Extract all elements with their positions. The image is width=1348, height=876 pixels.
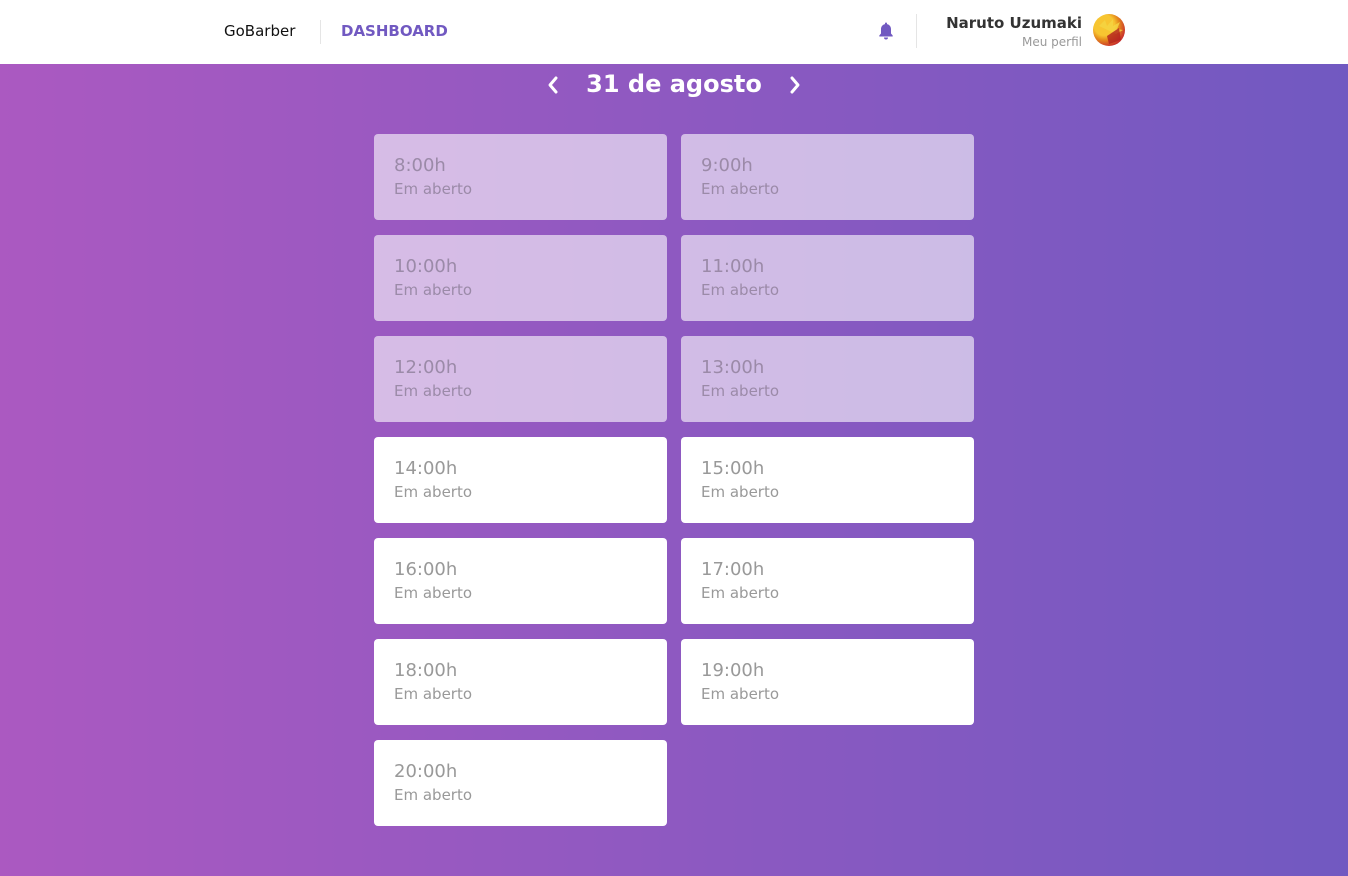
slot-status: Em aberto [701, 180, 780, 198]
chevron-right-icon[interactable] [785, 72, 805, 98]
profile-name: Naruto Uzumaki [946, 14, 1082, 32]
avatar[interactable] [1093, 14, 1125, 46]
chevron-left-icon[interactable] [543, 72, 563, 98]
slot-status: Em aberto [701, 483, 780, 501]
time-slot-card[interactable]: 16:00h Em aberto [374, 538, 667, 624]
slot-status: Em aberto [394, 685, 473, 703]
slot-time: 19:00h [701, 660, 765, 681]
schedule-grid: 8:00h Em aberto 9:00h Em aberto 10:00h Em abe… [374, 134, 974, 826]
avatar-image [1099, 19, 1123, 44]
slot-status: Em aberto [701, 382, 780, 400]
time-slot-card[interactable]: 17:00h Em aberto [681, 538, 974, 624]
header-divider [320, 20, 321, 44]
slot-time: 14:00h [394, 458, 458, 479]
slot-status: Em aberto [394, 382, 473, 400]
slot-time: 16:00h [394, 559, 458, 580]
slot-time: 20:00h [394, 761, 458, 782]
slot-time: 18:00h [394, 660, 458, 681]
time-slot-card[interactable]: 9:00h Em aberto [681, 134, 974, 220]
slot-status: Em aberto [701, 584, 780, 602]
slot-status: Em aberto [701, 685, 780, 703]
top-header: GoBarber DASHBOARD Naruto Uzumaki Meu pe… [0, 0, 1348, 64]
date-navigation: 31 de agosto [0, 68, 1348, 104]
slot-time: 10:00h [394, 256, 458, 277]
time-slot-card[interactable]: 14:00h Em aberto [374, 437, 667, 523]
slot-time: 8:00h [394, 155, 446, 176]
slot-status: Em aberto [701, 281, 780, 299]
header-divider-right [916, 14, 917, 48]
time-slot-card[interactable]: 19:00h Em aberto [681, 639, 974, 725]
brand-logo[interactable]: GoBarber [224, 22, 295, 40]
slot-time: 11:00h [701, 256, 765, 277]
slot-time: 12:00h [394, 357, 458, 378]
slot-time: 13:00h [701, 357, 765, 378]
selected-date-title: 31 de agosto [586, 70, 762, 98]
slot-status: Em aberto [394, 483, 473, 501]
slot-status: Em aberto [394, 281, 473, 299]
slot-time: 17:00h [701, 559, 765, 580]
time-slot-card[interactable]: 13:00h Em aberto [681, 336, 974, 422]
slot-time: 15:00h [701, 458, 765, 479]
bell-icon[interactable] [877, 21, 895, 41]
time-slot-card[interactable]: 20:00h Em aberto [374, 740, 667, 826]
my-profile-link[interactable]: Meu perfil [1022, 35, 1082, 49]
slot-status: Em aberto [394, 180, 473, 198]
time-slot-card[interactable]: 15:00h Em aberto [681, 437, 974, 523]
time-slot-card[interactable]: 8:00h Em aberto [374, 134, 667, 220]
time-slot-card[interactable]: 11:00h Em aberto [681, 235, 974, 321]
slot-status: Em aberto [394, 786, 473, 804]
nav-dashboard-link[interactable]: DASHBOARD [341, 22, 448, 40]
slot-time: 9:00h [701, 155, 753, 176]
slot-status: Em aberto [394, 584, 473, 602]
time-slot-card[interactable]: 12:00h Em aberto [374, 336, 667, 422]
time-slot-card[interactable]: 10:00h Em aberto [374, 235, 667, 321]
time-slot-card[interactable]: 18:00h Em aberto [374, 639, 667, 725]
